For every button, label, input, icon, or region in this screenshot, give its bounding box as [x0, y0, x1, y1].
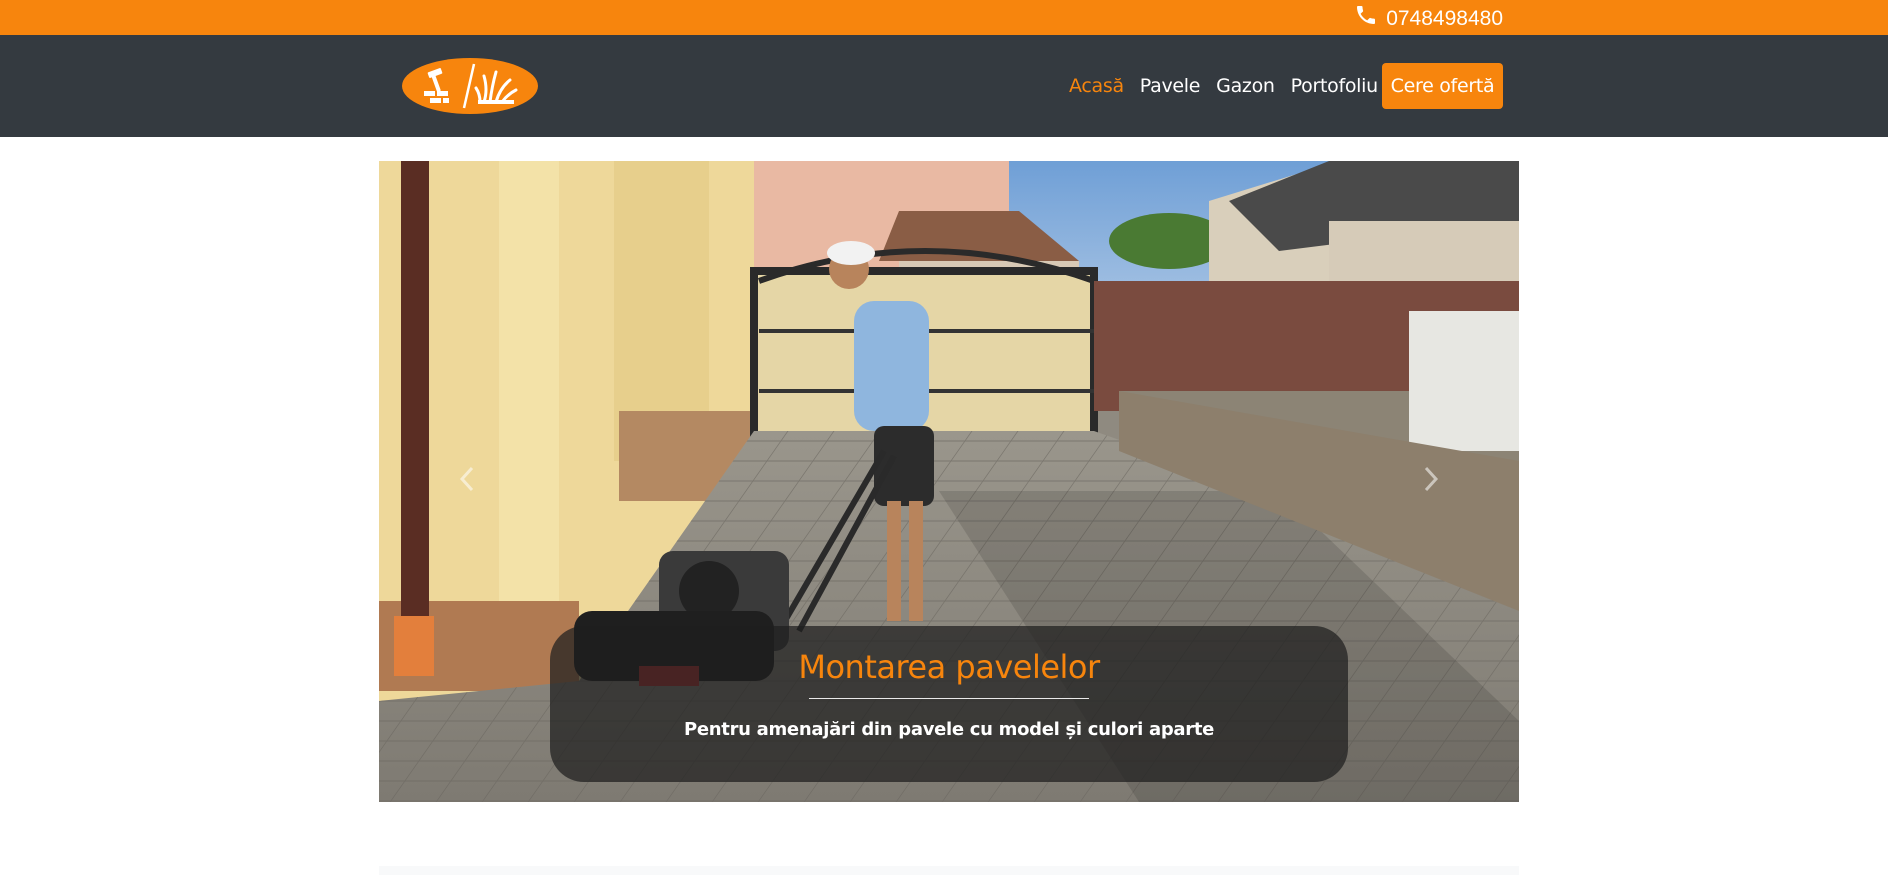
carousel-caption: Montarea pavelelor Pentru amenajări din … — [550, 626, 1348, 782]
nav-item-gazon[interactable]: Gazon — [1216, 75, 1275, 97]
next-section-edge — [379, 866, 1519, 875]
caption-divider — [809, 698, 1089, 699]
phone-number: 0748498480 — [1386, 7, 1503, 30]
slide-title: Montarea pavelelor — [798, 648, 1100, 686]
phone-icon — [1354, 3, 1378, 35]
chevron-right-icon — [1422, 466, 1440, 496]
request-offer-button[interactable]: Cere ofertă — [1382, 63, 1503, 109]
nav-item-acasa[interactable]: Acasă — [1069, 75, 1124, 97]
nav-item-pavele[interactable]: Pavele — [1140, 75, 1201, 97]
hero-carousel: Montarea pavelelor Pentru amenajări din … — [379, 161, 1519, 802]
slide-subtitle: Pentru amenajări din pavele cu model și … — [683, 719, 1215, 740]
chevron-left-icon — [458, 466, 476, 496]
carousel-next-button[interactable] — [1411, 461, 1451, 501]
nav-item-portofoliu[interactable]: Portofoliu — [1291, 75, 1379, 97]
site-logo[interactable] — [402, 58, 538, 114]
carousel-prev-button[interactable] — [447, 461, 487, 501]
main-nav: Acasă Pavele Gazon Portofoliu — [1069, 35, 1394, 137]
top-bar: 0748498480 — [0, 0, 1888, 35]
navbar: Acasă Pavele Gazon Portofoliu Cere ofert… — [0, 35, 1888, 137]
phone-link[interactable]: 0748498480 — [1354, 3, 1503, 35]
